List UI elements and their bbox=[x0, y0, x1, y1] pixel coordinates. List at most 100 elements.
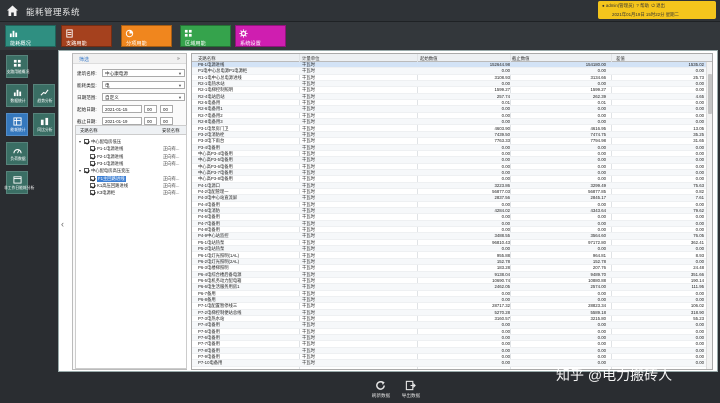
tree-header: 支路名称 安装名称 bbox=[76, 126, 186, 135]
exit-icon[interactable]: ⏻ bbox=[651, 3, 654, 8]
tree-checkbox[interactable] bbox=[90, 175, 95, 181]
user-name: admin(管理员) bbox=[605, 3, 634, 8]
trend-icon bbox=[40, 89, 49, 96]
side-nav-label: 能耗统计 bbox=[10, 128, 26, 132]
col-header-unit[interactable]: 计量单位 bbox=[302, 56, 320, 62]
col-header-start[interactable]: 起始数值 bbox=[420, 56, 438, 62]
tree-checkbox[interactable] bbox=[84, 168, 89, 174]
table-icon bbox=[13, 117, 22, 126]
doc-icon bbox=[66, 29, 73, 38]
tree-node[interactable]: ▾ 中心配电房低压 bbox=[76, 138, 186, 145]
chevron-down-icon: ▼ bbox=[178, 71, 182, 76]
watermark: 知乎 @电力搬砖人 bbox=[556, 367, 673, 383]
grid-icon bbox=[13, 59, 21, 67]
branch-tree: 支路名称 安装名称 ▾ 中心配电房低压 P1-1电源进线 正向有... P2-1电源进线… bbox=[75, 125, 187, 369]
side-nav-label: 非工作日能耗分析 bbox=[4, 186, 35, 190]
tree-node-label: F1主回路进线 bbox=[97, 175, 126, 182]
bar-icon bbox=[13, 89, 22, 97]
end-date-input[interactable]: 2021-01-19 bbox=[102, 117, 142, 125]
energy-row: 能耗类型: 电 ▼ bbox=[77, 81, 186, 90]
main-tab-0[interactable]: 能耗概况 bbox=[5, 25, 56, 47]
period-select[interactable]: 自定义 ▼ bbox=[102, 93, 185, 101]
filter-toggle-icon[interactable]: » bbox=[177, 56, 180, 62]
tree-node-label: P2-1电源进线 bbox=[97, 153, 124, 159]
tree-node-state: 正向有... bbox=[163, 160, 180, 166]
side-nav-item-0[interactable]: 支路用能概况 bbox=[6, 55, 29, 78]
table-cell: 千瓦时 bbox=[302, 360, 315, 366]
tree-node[interactable]: ▾ 中心配电房高压变压 bbox=[76, 167, 186, 174]
expand-icon[interactable]: ▾ bbox=[79, 168, 81, 173]
app-title: 能耗管理系统 bbox=[26, 7, 81, 17]
pie-icon bbox=[125, 29, 134, 38]
building-row: 建筑名称: 中心康电源 ▼ bbox=[77, 69, 186, 78]
col-header-name[interactable]: 支路名称 bbox=[198, 56, 216, 62]
side-nav-label: 同比分析 bbox=[37, 128, 53, 132]
tree-checkbox[interactable] bbox=[84, 139, 89, 144]
main-tab-label: 区域用能 bbox=[185, 41, 206, 47]
side-nav-item-3[interactable]: 能耗统计 bbox=[6, 113, 28, 136]
building-label: 建筑名称: bbox=[77, 71, 97, 76]
user-icon: ● bbox=[602, 3, 605, 8]
tree-checkbox[interactable] bbox=[90, 160, 95, 166]
export-icon bbox=[405, 380, 416, 391]
tree-node-label: 中心配电房低压 bbox=[91, 139, 122, 144]
main-tab-label: 能耗概况 bbox=[10, 41, 31, 47]
export-button[interactable]: 导出数据 bbox=[396, 380, 426, 402]
side-nav-item-2[interactable]: 趋势分析 bbox=[33, 84, 55, 107]
user-panel: ● admin(管理员) ? 帮助 ⏻ 退出 2021年01月19日 15时22… bbox=[598, 1, 716, 19]
building-select[interactable]: 中心康电源 ▼ bbox=[102, 69, 185, 77]
vertical-scrollbar[interactable] bbox=[706, 62, 712, 369]
home-icon[interactable] bbox=[6, 4, 19, 17]
scroll-thumb[interactable] bbox=[708, 74, 712, 114]
main-tab-2[interactable]: 分项用能 bbox=[121, 25, 172, 47]
tree-node[interactable]: K1高压回路进线 正向有... bbox=[76, 182, 186, 189]
tree-node-label: 中心配电房高压变压 bbox=[91, 168, 130, 174]
end-hour-input[interactable]: 00 bbox=[144, 117, 157, 125]
side-nav-label: 支路用能概况 bbox=[6, 70, 30, 74]
grid-icon bbox=[184, 29, 192, 37]
side-nav-item-6[interactable]: 非工作日能耗分析 bbox=[4, 171, 34, 194]
expand-icon[interactable]: ▾ bbox=[79, 139, 81, 144]
tree-node[interactable]: K3电源柜 正向有... bbox=[76, 189, 186, 196]
start-minute-input[interactable]: 00 bbox=[160, 105, 173, 113]
chart-icon bbox=[9, 30, 18, 38]
side-nav-label: 趋势分析 bbox=[37, 99, 53, 103]
main-tab-4[interactable]: 系统设置 bbox=[235, 25, 286, 47]
col-header-end[interactable]: 截止数值 bbox=[512, 56, 530, 62]
collapse-arrow-icon[interactable]: ‹ bbox=[61, 219, 69, 233]
tree-node[interactable]: P1-1电源进线 正向有... bbox=[76, 145, 186, 152]
refresh-button[interactable]: 刷新数据 bbox=[366, 380, 396, 402]
datetime: 2021年01月19日 15时22分 星期二 bbox=[612, 12, 679, 17]
help-link[interactable]: 帮助 bbox=[640, 3, 649, 8]
tree-checkbox[interactable] bbox=[90, 190, 95, 196]
main-tab-label: 分项用能 bbox=[126, 41, 147, 47]
main-tab-3[interactable]: 区域用能 bbox=[180, 25, 231, 47]
tree-checkbox[interactable] bbox=[90, 153, 95, 159]
load-icon bbox=[13, 149, 22, 154]
start-date-input[interactable]: 2021-01-15 bbox=[102, 105, 142, 113]
tree-checkbox[interactable] bbox=[90, 182, 95, 188]
side-nav-item-1[interactable]: 数据统计 bbox=[6, 84, 28, 107]
export-label: 导出数据 bbox=[401, 393, 421, 398]
tree-node[interactable]: F1主回路进线 正向有... bbox=[76, 175, 186, 182]
start-row: 起始日期: 2021-01-15 00 00 bbox=[77, 105, 186, 114]
tree-checkbox[interactable] bbox=[90, 146, 95, 152]
side-nav-label: 负荷数据 bbox=[10, 157, 26, 161]
period-label: 日期范围: bbox=[77, 95, 97, 100]
filter-title: 筛选 bbox=[79, 57, 90, 63]
compare-icon bbox=[40, 117, 49, 126]
side-nav-item-4[interactable]: 同比分析 bbox=[33, 113, 55, 136]
help-icon[interactable]: ? bbox=[636, 3, 638, 8]
col-header-diff[interactable]: 差值 bbox=[616, 56, 625, 62]
start-hour-input[interactable]: 00 bbox=[144, 105, 157, 113]
tree-node[interactable]: P2-1电源进线 正向有... bbox=[76, 153, 186, 160]
tree-node-state: 正向有... bbox=[163, 153, 180, 159]
table-cell: 0.00 bbox=[501, 360, 510, 366]
energy-select[interactable]: 电 ▼ bbox=[102, 81, 185, 89]
exit-link[interactable]: 退出 bbox=[656, 3, 665, 8]
main-tab-1[interactable]: 支路用能 bbox=[61, 25, 112, 47]
end-minute-input[interactable]: 00 bbox=[160, 117, 173, 125]
tree-node[interactable]: P3-1电源进线 正向有... bbox=[76, 160, 186, 167]
period-row: 日期范围: 自定义 ▼ bbox=[77, 93, 186, 102]
side-nav-item-5[interactable]: 负荷数据 bbox=[6, 142, 28, 165]
